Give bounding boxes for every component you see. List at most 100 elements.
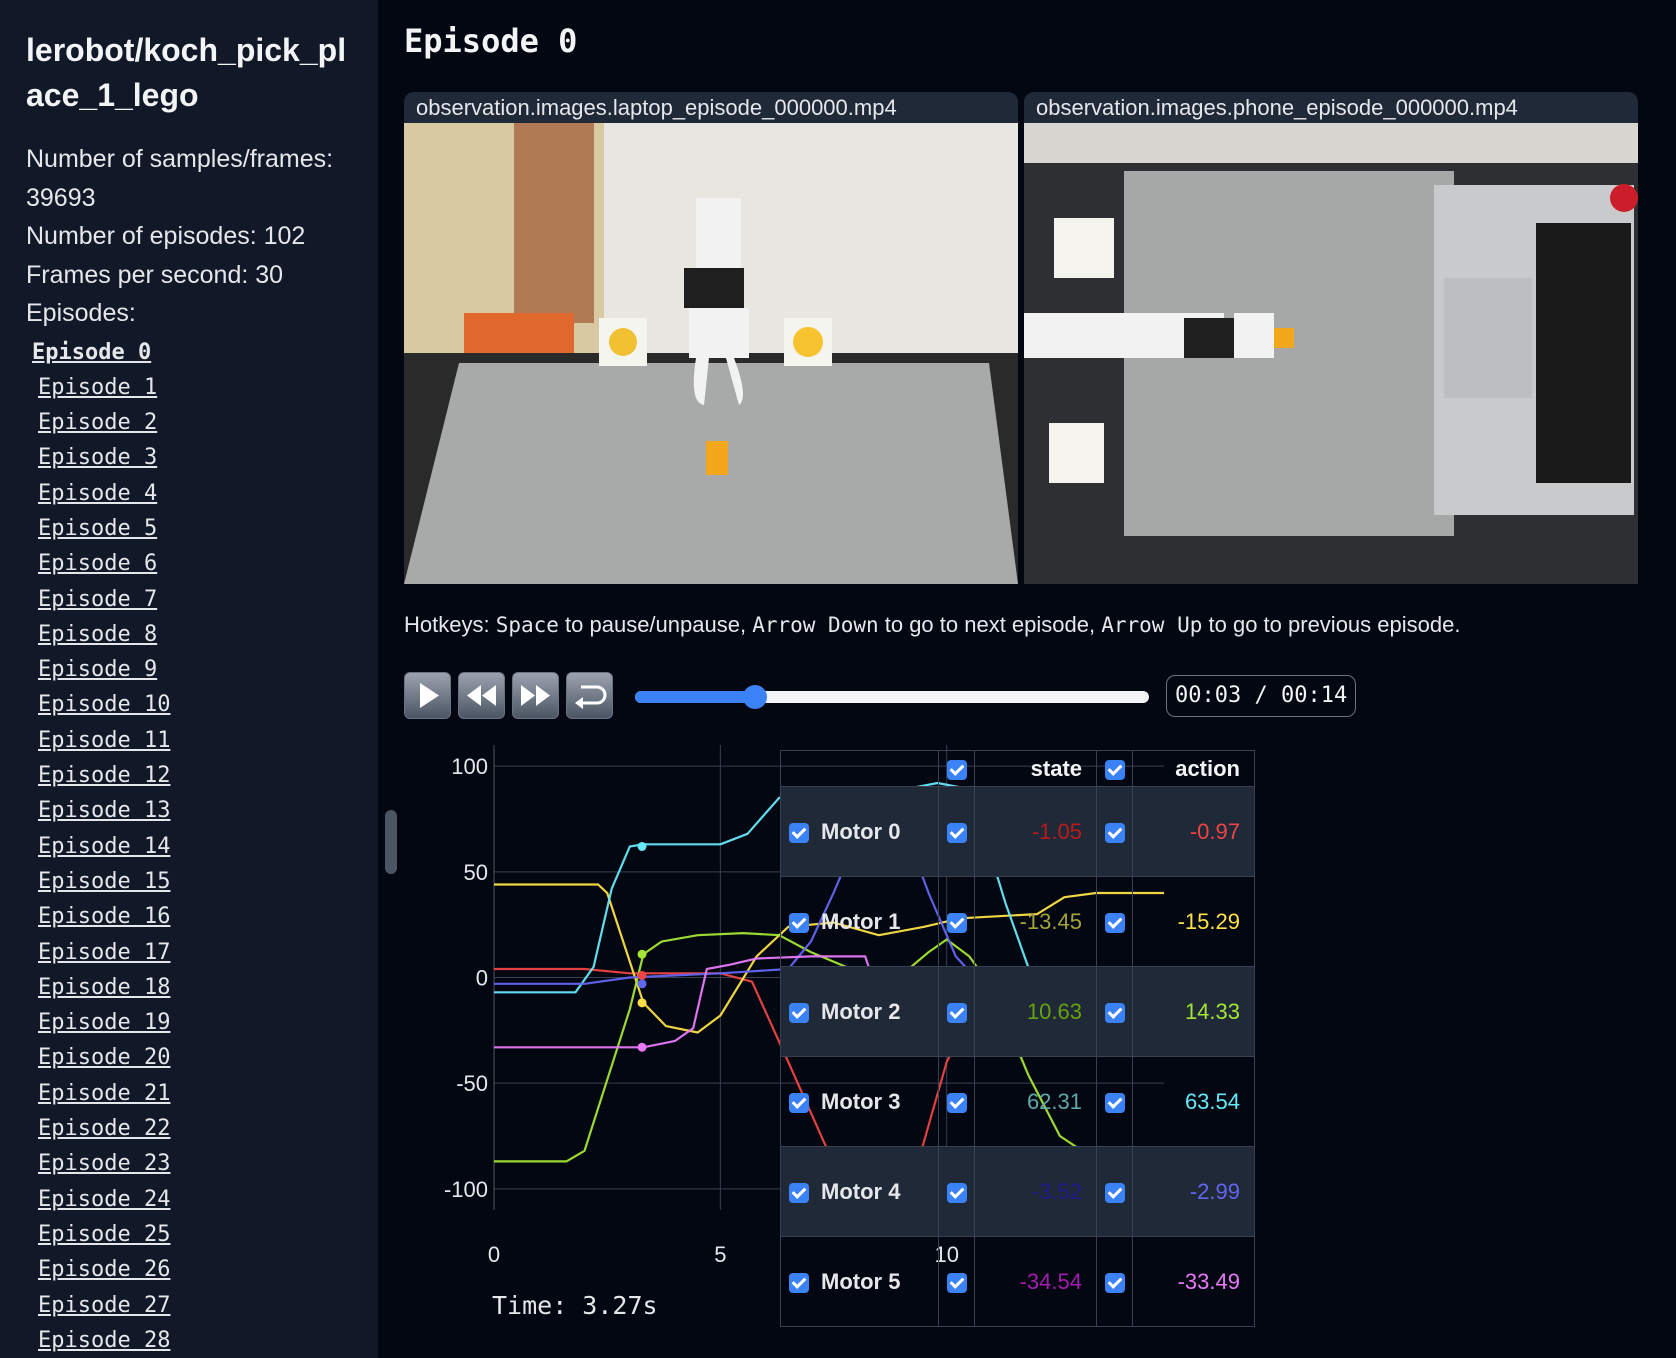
episode-link-28[interactable]: Episode 28 [26, 1323, 358, 1358]
episode-link-18[interactable]: Episode 18 [26, 970, 358, 1005]
state-toggle[interactable] [938, 1146, 975, 1237]
episode-link-19[interactable]: Episode 19 [26, 1005, 358, 1040]
video-phone-frame[interactable] [1024, 123, 1638, 584]
checkbox-icon[interactable] [789, 1002, 809, 1023]
action-header: action [1132, 750, 1255, 787]
motor-name-cell[interactable]: Motor 3 [780, 1056, 939, 1147]
checkbox-icon[interactable] [789, 912, 809, 933]
time-readout: Time: 3.27s [492, 1291, 658, 1320]
checkbox-icon[interactable] [946, 822, 967, 843]
fast-forward-button[interactable] [512, 672, 559, 719]
episode-link-7[interactable]: Episode 7 [26, 582, 358, 617]
state-toggle[interactable] [938, 1236, 975, 1327]
checkbox-icon[interactable] [1104, 759, 1125, 780]
playback-controls: 00:03 / 00:14 [404, 672, 1654, 722]
checkbox-icon[interactable] [1104, 1182, 1125, 1203]
episode-link-0[interactable]: Episode 0 [26, 335, 358, 370]
episode-link-23[interactable]: Episode 23 [26, 1146, 358, 1181]
state-toggle[interactable] [938, 1056, 975, 1147]
checkbox-icon[interactable] [1104, 1092, 1125, 1113]
checkbox-icon[interactable] [1104, 1002, 1125, 1023]
episode-link-13[interactable]: Episode 13 [26, 793, 358, 828]
action-toggle[interactable] [1096, 876, 1133, 967]
motor-name-cell[interactable]: Motor 4 [780, 1146, 939, 1237]
checkbox-icon[interactable] [946, 912, 967, 933]
checkbox-icon[interactable] [789, 822, 809, 843]
checkbox-icon[interactable] [1104, 822, 1125, 843]
episode-link-17[interactable]: Episode 17 [26, 935, 358, 970]
episode-link-21[interactable]: Episode 21 [26, 1076, 358, 1111]
seek-slider-thumb[interactable] [743, 685, 768, 709]
episode-link-10[interactable]: Episode 10 [26, 687, 358, 722]
table-row: Motor 5 -34.54 -33.49 [780, 1236, 1255, 1327]
rewind-button[interactable] [458, 672, 505, 719]
rewind-icon [467, 685, 496, 706]
state-toggle[interactable] [938, 966, 975, 1057]
checkbox-icon[interactable] [1104, 1272, 1125, 1293]
x-tick-label: 5 [714, 1242, 726, 1267]
episode-link-12[interactable]: Episode 12 [26, 758, 358, 793]
episode-list: Episode 0 Episode 1 Episode 2 Episode 3 Epis… [26, 335, 358, 1358]
checkbox-icon[interactable] [946, 759, 967, 780]
episode-link-1[interactable]: Episode 1 [26, 370, 358, 405]
episode-link-24[interactable]: Episode 24 [26, 1182, 358, 1217]
episode-link-25[interactable]: Episode 25 [26, 1217, 358, 1252]
fast-forward-icon [521, 685, 550, 706]
episode-link-11[interactable]: Episode 11 [26, 723, 358, 758]
checkbox-icon[interactable] [946, 1002, 967, 1023]
seek-slider[interactable] [635, 685, 1149, 709]
info-fps: Frames per second: 30 [26, 260, 284, 289]
episode-link-8[interactable]: Episode 8 [26, 617, 358, 652]
checkbox-icon[interactable] [789, 1092, 809, 1113]
episode-link-6[interactable]: Episode 6 [26, 546, 358, 581]
state-toggle[interactable] [938, 876, 975, 967]
sidebar-scrollbar[interactable] [385, 810, 397, 874]
action-toggle-all[interactable] [1096, 750, 1133, 787]
checkbox-icon[interactable] [946, 1272, 967, 1293]
restart-icon [575, 685, 607, 709]
state-toggle[interactable] [938, 786, 975, 877]
motor-name-cell[interactable]: Motor 5 [780, 1236, 939, 1327]
video-laptop-frame[interactable] [404, 123, 1018, 584]
checkbox-icon[interactable] [789, 1272, 809, 1293]
episode-link-27[interactable]: Episode 27 [26, 1288, 358, 1323]
state-value: 10.63 [974, 966, 1097, 1057]
episode-link-2[interactable]: Episode 2 [26, 405, 358, 440]
action-toggle[interactable] [1096, 1056, 1133, 1147]
cursor-marker-4 [637, 998, 647, 1008]
state-toggle-all[interactable] [938, 750, 975, 787]
table-row: Motor 3 62.31 63.54 [780, 1056, 1255, 1147]
motor-name-cell[interactable]: Motor 0 [780, 786, 939, 877]
action-toggle[interactable] [1096, 1146, 1133, 1237]
restart-button[interactable] [566, 672, 613, 719]
checkbox-icon[interactable] [946, 1092, 967, 1113]
checkbox-icon[interactable] [1104, 912, 1125, 933]
episode-link-16[interactable]: Episode 16 [26, 899, 358, 934]
play-button[interactable] [404, 672, 451, 719]
episode-link-3[interactable]: Episode 3 [26, 440, 358, 475]
table-row: Motor 0 -1.05 -0.97 [780, 786, 1255, 877]
checkbox-icon[interactable] [946, 1182, 967, 1203]
motor-name-cell[interactable]: Motor 2 [780, 966, 939, 1057]
y-tick-label: 100 [451, 754, 488, 779]
action-toggle[interactable] [1096, 966, 1133, 1057]
episode-link-22[interactable]: Episode 22 [26, 1111, 358, 1146]
episode-link-15[interactable]: Episode 15 [26, 864, 358, 899]
motor-name-cell[interactable]: Motor 1 [780, 876, 939, 967]
motor-name: Motor 3 [821, 1088, 901, 1114]
table-row: Motor 4 -3.52 -2.99 [780, 1146, 1255, 1237]
action-toggle[interactable] [1096, 1236, 1133, 1327]
episode-link-20[interactable]: Episode 20 [26, 1040, 358, 1075]
video-laptop[interactable]: observation.images.laptop_episode_000000… [404, 92, 1018, 584]
checkbox-icon[interactable] [789, 1182, 809, 1203]
sidebar: lerobot/koch_pick_place_1_lego Number of… [0, 0, 378, 1358]
action-toggle[interactable] [1096, 786, 1133, 877]
episode-link-4[interactable]: Episode 4 [26, 476, 358, 511]
video-laptop-filename: observation.images.laptop_episode_000000… [416, 95, 897, 120]
episode-link-9[interactable]: Episode 9 [26, 652, 358, 687]
state-header: state [974, 750, 1097, 787]
episode-link-26[interactable]: Episode 26 [26, 1252, 358, 1287]
video-phone[interactable]: observation.images.phone_episode_000000.… [1024, 92, 1638, 584]
episode-link-5[interactable]: Episode 5 [26, 511, 358, 546]
episode-link-14[interactable]: Episode 14 [26, 829, 358, 864]
